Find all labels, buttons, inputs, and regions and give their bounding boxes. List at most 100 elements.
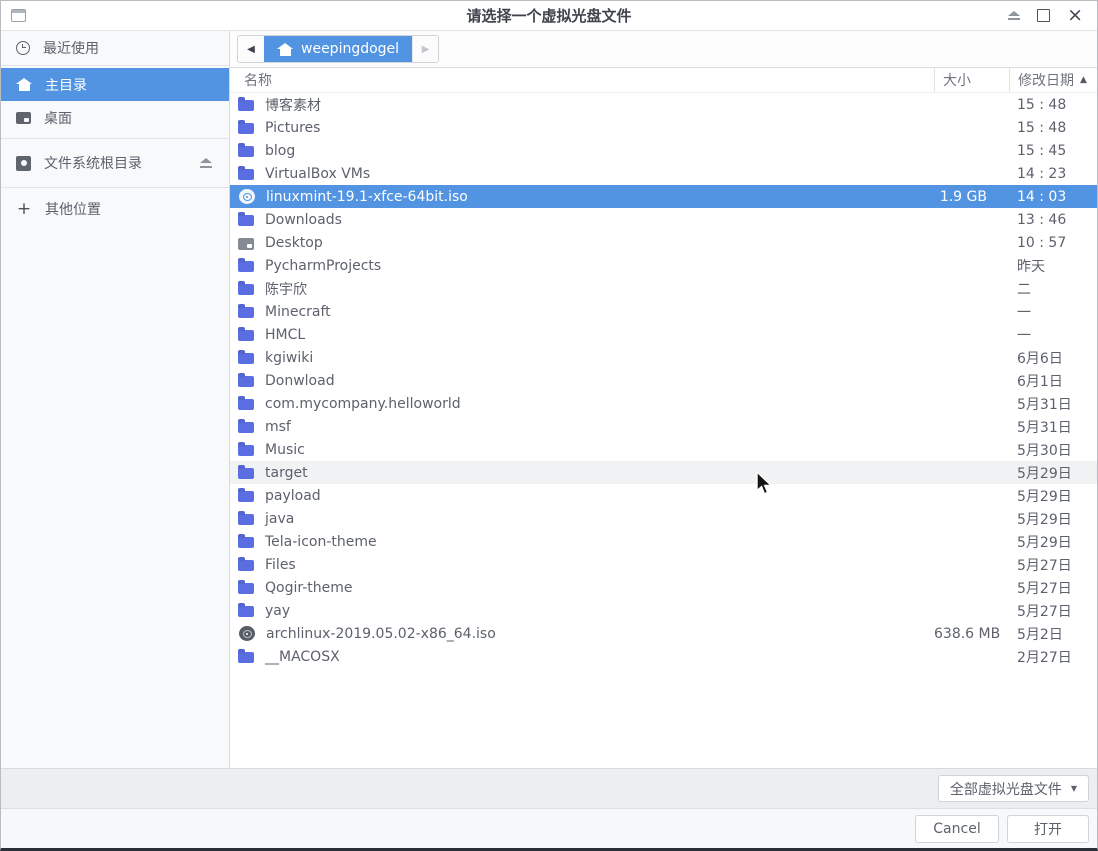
column-header-modified[interactable]: 修改日期 ▲ — [1009, 68, 1097, 92]
file-name-cell: HMCL — [230, 327, 934, 343]
file-row[interactable]: Pictures15 : 48 — [230, 116, 1097, 139]
sort-ascending-icon: ▲ — [1080, 75, 1087, 85]
file-name: msf — [265, 419, 291, 435]
file-modified-date: 2月27日 — [1009, 647, 1097, 667]
file-row[interactable]: blog15 : 45 — [230, 139, 1097, 162]
file-modified-date: 14 : 23 — [1009, 166, 1097, 182]
file-row[interactable]: java 5月29日 — [230, 507, 1097, 530]
sidebar-item-home[interactable]: 主目录 — [1, 68, 229, 101]
breadcrumb: ◀ weepingdogel ▶ — [237, 35, 439, 63]
desktop-icon — [238, 238, 254, 250]
file-name: Minecraft — [265, 304, 331, 320]
file-row[interactable]: HMCL一 — [230, 323, 1097, 346]
file-modified-date: 5月2日 — [1009, 624, 1097, 644]
file-row[interactable]: PycharmProjects 昨天 — [230, 254, 1097, 277]
file-row[interactable]: Music5月30日 — [230, 438, 1097, 461]
file-name: Donwload — [265, 373, 335, 389]
file-name-cell: 陈宇欣 — [230, 279, 934, 299]
dropdown-caret-icon: ▼ — [1071, 784, 1077, 793]
file-row[interactable]: VirtualBox VMs 14 : 23 — [230, 162, 1097, 185]
eject-icon[interactable] — [199, 158, 212, 168]
back-arrow-icon: ◀ — [247, 44, 255, 55]
file-row[interactable]: linuxmint-19.1-xfce-64bit.iso1.9 GB14 : … — [230, 185, 1097, 208]
file-row[interactable]: Tela-icon-theme5月29日 — [230, 530, 1097, 553]
file-type-filter-dropdown[interactable]: 全部虚拟光盘文件 ▼ — [938, 775, 1089, 802]
file-row[interactable]: Minecraft一 — [230, 300, 1097, 323]
titlebar: 请选择一个虚拟光盘文件 × — [1, 1, 1097, 31]
file-name-cell: archlinux-2019.05.02-x86_64.iso — [230, 626, 934, 642]
folder-icon — [238, 215, 254, 226]
file-name: VirtualBox VMs — [265, 166, 370, 182]
file-row[interactable]: Donwload6月1日 — [230, 369, 1097, 392]
file-name-cell: Downloads — [230, 212, 934, 228]
file-row[interactable]: archlinux-2019.05.02-x86_64.iso638.6 MB5… — [230, 622, 1097, 645]
maximize-button[interactable] — [1037, 9, 1050, 22]
file-row[interactable]: msf5月31日 — [230, 415, 1097, 438]
file-name-cell: com.mycompany.helloworld — [230, 396, 934, 412]
cancel-button[interactable]: Cancel — [915, 815, 999, 843]
file-name: __MACOSX — [265, 649, 340, 665]
file-name-cell: Donwload — [230, 373, 934, 389]
file-name-cell: kgiwiki — [230, 350, 934, 366]
file-modified-date: 5月27日 — [1009, 555, 1097, 575]
file-modified-date: 5月29日 — [1009, 509, 1097, 529]
file-modified-date: 13 : 46 — [1009, 212, 1097, 228]
file-modified-date: 昨天 — [1009, 256, 1097, 276]
file-name: PycharmProjects — [265, 258, 381, 274]
sidebar-item-other-locations[interactable]: + 其他位置 — [1, 192, 229, 225]
file-name: kgiwiki — [265, 350, 313, 366]
forward-button[interactable]: ▶ — [412, 36, 438, 62]
folder-icon — [238, 652, 254, 663]
file-name-cell: Music — [230, 442, 934, 458]
minimize-button[interactable] — [1007, 11, 1020, 21]
file-row[interactable]: Qogir-theme5月27日 — [230, 576, 1097, 599]
folder-icon — [238, 169, 254, 180]
path-bar: ◀ weepingdogel ▶ — [230, 31, 1097, 67]
sidebar-item-filesystem-root[interactable]: 文件系统根目录 — [1, 143, 229, 183]
file-row[interactable]: 陈宇欣二 — [230, 277, 1097, 300]
file-modified-date: 15 : 48 — [1009, 97, 1097, 113]
file-row[interactable]: Downloads 13 : 46 — [230, 208, 1097, 231]
back-button[interactable]: ◀ — [238, 36, 264, 62]
folder-icon — [238, 422, 254, 433]
close-button[interactable]: × — [1067, 9, 1083, 22]
places-sidebar: 最近使用 主目录 桌面 文件系统根目录 + 其他位置 — [1, 31, 230, 768]
breadcrumb-current-home[interactable]: weepingdogel — [264, 36, 412, 62]
sidebar-item-recent[interactable]: 最近使用 — [1, 32, 229, 63]
file-row[interactable]: 博客素材15 : 48 — [230, 93, 1097, 116]
harddisk-icon — [16, 156, 31, 171]
list-header: 名称 大小 修改日期 ▲ — [230, 67, 1097, 93]
file-name-cell: target — [230, 465, 934, 481]
file-row[interactable]: __MACOSX 2月27日 — [230, 645, 1097, 668]
sidebar-item-label: 其他位置 — [45, 199, 101, 219]
file-row[interactable]: target5月29日 — [230, 461, 1097, 484]
folder-icon — [238, 514, 254, 525]
file-row[interactable]: Files5月27日 — [230, 553, 1097, 576]
iso-icon — [239, 626, 255, 641]
file-name: yay — [265, 603, 290, 619]
folder-icon — [238, 560, 254, 571]
file-row[interactable]: kgiwiki6月6日 — [230, 346, 1097, 369]
folder-icon — [238, 445, 254, 456]
open-button[interactable]: 打开 — [1007, 815, 1089, 843]
file-row[interactable]: Desktop10 : 57 — [230, 231, 1097, 254]
file-name-cell: Desktop — [230, 235, 934, 251]
file-chooser-dialog: 请选择一个虚拟光盘文件 × 最近使用 主目录 桌面 — [0, 0, 1098, 851]
desktop-icon — [16, 112, 31, 124]
file-row[interactable]: yay5月27日 — [230, 599, 1097, 622]
plus-icon: + — [16, 202, 32, 216]
window-controls: × — [1007, 9, 1097, 22]
file-row[interactable]: com.mycompany.helloworld5月31日 — [230, 392, 1097, 415]
file-name-cell: Tela-icon-theme — [230, 534, 934, 550]
column-header-name[interactable]: 名称 — [230, 68, 934, 92]
file-name-cell: java — [230, 511, 934, 527]
folder-icon — [238, 284, 254, 295]
forward-arrow-icon: ▶ — [422, 44, 430, 55]
folder-icon — [238, 583, 254, 594]
file-row[interactable]: payload5月29日 — [230, 484, 1097, 507]
folder-icon — [238, 330, 254, 341]
file-modified-date: 15 : 48 — [1009, 120, 1097, 136]
column-header-size[interactable]: 大小 — [934, 68, 1009, 92]
sidebar-item-desktop[interactable]: 桌面 — [1, 101, 229, 134]
file-name-cell: PycharmProjects — [230, 258, 934, 274]
